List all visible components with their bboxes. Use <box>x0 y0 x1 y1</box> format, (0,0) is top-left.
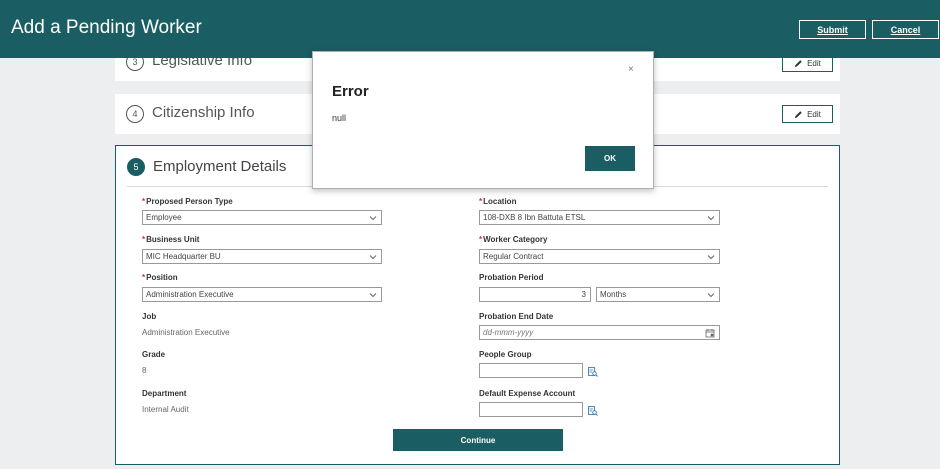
step-number: 4 <box>126 105 144 123</box>
step-number: 5 <box>127 158 145 176</box>
submit-button[interactable]: Submit <box>799 20 866 39</box>
default-expense-account-label: Default Expense Account <box>479 389 576 398</box>
label-text: Location <box>483 197 517 206</box>
close-icon[interactable]: × <box>628 64 634 75</box>
chevron-down-icon <box>369 293 377 298</box>
grade-value: 8 <box>142 366 147 375</box>
required-marker: * <box>142 273 146 282</box>
grade-label: Grade <box>142 350 166 359</box>
required-marker: * <box>142 235 146 244</box>
probation-period-label: Probation Period <box>479 273 544 282</box>
worker-category-select[interactable]: Regular Contract <box>479 249 720 264</box>
required-marker: * <box>142 197 146 206</box>
business-unit-label: *Business Unit <box>142 235 199 244</box>
date-placeholder: dd-mmm-yyyy <box>483 328 534 337</box>
people-group-label: People Group <box>479 350 532 359</box>
department-label: Department <box>142 389 187 398</box>
continue-button[interactable]: Continue <box>393 429 563 451</box>
job-label: Job <box>142 312 157 321</box>
position-label: *Position <box>142 273 178 282</box>
job-value: Administration Executive <box>142 328 230 337</box>
chevron-down-icon <box>707 216 715 221</box>
label-text: Position <box>146 273 178 282</box>
required-marker: * <box>479 197 483 206</box>
edit-label: Edit <box>807 109 821 119</box>
chevron-down-icon <box>707 293 715 298</box>
people-group-input[interactable] <box>479 363 583 378</box>
business-unit-select[interactable]: MIC Headquarter BU <box>142 249 382 264</box>
select-value: 108-DXB 8 Ibn Battuta ETSL <box>483 213 586 222</box>
pencil-icon <box>794 59 802 67</box>
proposed-person-type-select[interactable]: Employee <box>142 210 382 225</box>
top-bar: Add a Pending Worker Submit Cancel <box>0 0 940 58</box>
select-value: Employee <box>146 213 182 222</box>
label-text: Proposed Person Type <box>146 197 233 206</box>
chevron-down-icon <box>707 255 715 260</box>
page-title: Add a Pending Worker <box>11 17 202 38</box>
location-label: *Location <box>479 197 516 206</box>
search-list-icon[interactable] <box>588 406 598 416</box>
edit-legislative-button[interactable]: Edit <box>782 58 833 72</box>
pencil-icon <box>794 110 802 118</box>
probation-end-date-input[interactable]: dd-mmm-yyyy <box>479 325 720 340</box>
select-value: Regular Contract <box>483 252 544 261</box>
ok-button[interactable]: OK <box>585 146 635 171</box>
section-employment-details: 5 Employment Details *Proposed Person Ty… <box>115 145 840 465</box>
department-value: Internal Audit <box>142 405 189 414</box>
probation-unit-select[interactable]: Months <box>596 287 720 302</box>
section-title: Legislative Info <box>152 58 253 69</box>
select-value: MIC Headquarter BU <box>146 252 221 261</box>
select-value: Administration Executive <box>146 290 234 299</box>
default-expense-account-input[interactable] <box>479 402 583 417</box>
dialog-title: Error <box>332 83 369 100</box>
error-dialog: × Error null OK <box>312 51 654 189</box>
location-select[interactable]: 108-DXB 8 Ibn Battuta ETSL <box>479 210 720 225</box>
chevron-down-icon <box>369 216 377 221</box>
cancel-button[interactable]: Cancel <box>872 20 939 39</box>
worker-category-label: *Worker Category <box>479 235 547 244</box>
chevron-down-icon <box>369 255 377 260</box>
section-title: Citizenship Info <box>152 104 255 121</box>
edit-label: Edit <box>807 58 821 68</box>
label-text: Business Unit <box>146 235 200 244</box>
step-number: 3 <box>126 58 144 71</box>
search-list-icon[interactable] <box>588 367 598 377</box>
label-text: Worker Category <box>483 235 548 244</box>
dialog-message: null <box>332 113 347 123</box>
probation-period-input[interactable]: 3 <box>479 287 591 302</box>
calendar-icon[interactable] <box>705 328 715 338</box>
select-value: Months <box>600 290 627 299</box>
edit-citizenship-button[interactable]: Edit <box>782 105 833 123</box>
probation-end-date-label: Probation End Date <box>479 312 554 321</box>
section-title: Employment Details <box>153 158 287 175</box>
proposed-person-type-label: *Proposed Person Type <box>142 197 233 206</box>
required-marker: * <box>479 235 483 244</box>
position-select[interactable]: Administration Executive <box>142 287 382 302</box>
